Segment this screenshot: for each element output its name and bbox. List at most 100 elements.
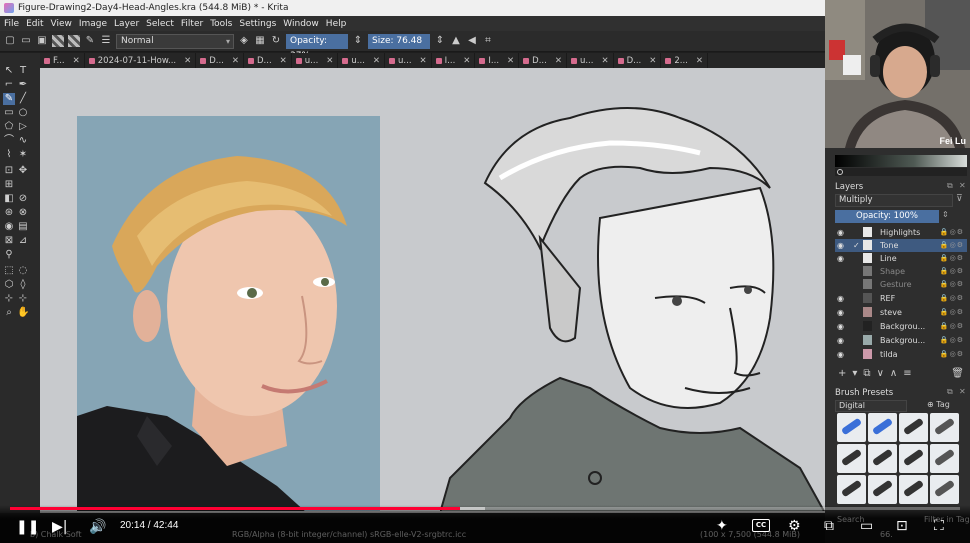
fullscreen-icon[interactable]: ⛶ bbox=[934, 518, 944, 534]
menu-help[interactable]: Help bbox=[326, 19, 347, 29]
brush-preset[interactable] bbox=[930, 475, 959, 504]
dynamic-brush-icon[interactable]: ⌇ bbox=[3, 149, 15, 161]
document-tab[interactable]: I... ✕ bbox=[432, 53, 476, 68]
opacity-slider[interactable]: Opacity: 37% bbox=[286, 33, 348, 61]
close-icon[interactable]: ✕ bbox=[326, 56, 333, 66]
layer-filter-icon[interactable]: ⊽ bbox=[956, 194, 968, 207]
captions-icon[interactable]: CC bbox=[752, 519, 770, 532]
fill-tool-icon[interactable]: ◉ bbox=[3, 221, 15, 233]
delete-layer-icon[interactable]: 🗑 bbox=[951, 368, 964, 382]
opacity-stepper-icon[interactable]: ⇕ bbox=[352, 35, 364, 47]
brush-preset-icon[interactable]: ✎ bbox=[84, 35, 96, 47]
close-icon[interactable]: ✕ bbox=[73, 56, 80, 66]
next-video-icon[interactable]: ▶| bbox=[52, 519, 67, 535]
document-tab[interactable]: F... ✕ bbox=[40, 53, 85, 68]
menu-settings[interactable]: Settings bbox=[239, 19, 276, 29]
docker-float-icon[interactable]: ⧉ bbox=[947, 181, 953, 191]
polygon-select-icon[interactable]: ⬡ bbox=[3, 279, 15, 291]
blend-mode-select[interactable]: Normal bbox=[116, 33, 234, 49]
color-picker-icon[interactable]: ⊘ bbox=[17, 193, 29, 205]
brush-filter-select[interactable]: Digital bbox=[835, 400, 907, 412]
miniplayer-icon[interactable]: ⧉ bbox=[824, 518, 834, 534]
layer-row[interactable]: Gesture 🔒◎⚙ bbox=[835, 278, 967, 291]
rectangle-tool-icon[interactable]: ▭ bbox=[3, 107, 15, 119]
layer-properties-icon[interactable]: 🔒◎⚙ bbox=[940, 226, 964, 239]
text-tool-icon[interactable]: T bbox=[17, 65, 29, 77]
document-tab[interactable]: D... ✕ bbox=[519, 53, 567, 68]
menu-edit[interactable]: Edit bbox=[26, 19, 43, 29]
ellipse-select-icon[interactable]: ◌ bbox=[17, 265, 29, 277]
smart-patch-icon[interactable]: ⊗ bbox=[17, 207, 29, 219]
pan-tool-icon[interactable]: ✋ bbox=[17, 307, 29, 319]
autoplay-sparkle-icon[interactable]: ✦ bbox=[716, 518, 728, 534]
brush-preset[interactable] bbox=[868, 475, 897, 504]
menu-filter[interactable]: Filter bbox=[181, 19, 203, 29]
layer-blend-mode-select[interactable]: Multiply bbox=[835, 194, 953, 207]
brush-preset[interactable] bbox=[930, 444, 959, 473]
edit-shapes-icon[interactable]: ⌐ bbox=[3, 79, 15, 91]
close-icon[interactable]: ✕ bbox=[601, 56, 608, 66]
brush-tag-button[interactable]: ⊕ Tag bbox=[927, 400, 950, 409]
close-icon[interactable]: ✕ bbox=[649, 56, 656, 66]
brush-preset[interactable] bbox=[837, 413, 866, 442]
brush-preset[interactable] bbox=[930, 413, 959, 442]
document-tab[interactable]: u... ✕ bbox=[567, 53, 614, 68]
reload-preset-icon[interactable]: ↻ bbox=[270, 35, 282, 47]
brush-preset[interactable] bbox=[868, 444, 897, 473]
freehand-path-icon[interactable]: ∿ bbox=[17, 135, 29, 147]
close-icon[interactable]: ✕ bbox=[184, 56, 191, 66]
pause-icon[interactable]: ❚❚ bbox=[16, 519, 39, 535]
visibility-eye-icon[interactable]: ◉ bbox=[837, 348, 844, 361]
menu-window[interactable]: Window bbox=[283, 19, 319, 29]
freehand-brush-icon[interactable]: ✎ bbox=[3, 93, 15, 105]
close-icon[interactable]: ✕ bbox=[463, 56, 470, 66]
multibrush-icon[interactable]: ✶ bbox=[17, 149, 29, 161]
color-slider[interactable] bbox=[835, 155, 967, 167]
save-icon[interactable]: ▣ bbox=[36, 35, 48, 47]
docker-close-icon[interactable]: ✕ bbox=[959, 387, 966, 396]
freehand-select-icon[interactable]: ◊ bbox=[17, 279, 29, 291]
bezier-tool-icon[interactable]: ⌒ bbox=[3, 135, 15, 147]
close-icon[interactable]: ✕ bbox=[507, 56, 514, 66]
layer-properties-icon[interactable]: 🔒◎⚙ bbox=[940, 334, 964, 347]
measure-tool-icon[interactable]: ⊿ bbox=[17, 235, 29, 247]
canvas[interactable] bbox=[40, 68, 825, 513]
visibility-eye-icon[interactable]: ◉ bbox=[837, 306, 844, 319]
size-slider[interactable]: Size: 76.48 px bbox=[368, 33, 430, 61]
brush-preset[interactable] bbox=[837, 444, 866, 473]
gradient-swatch[interactable] bbox=[52, 35, 64, 47]
layer-row[interactable]: ◉ Backgrou... 🔒◎⚙ bbox=[835, 320, 967, 333]
layer-row[interactable]: ◉ REF 🔒◎⚙ bbox=[835, 292, 967, 305]
pattern-swatch[interactable] bbox=[68, 35, 80, 47]
visibility-eye-icon[interactable]: ◉ bbox=[837, 292, 844, 305]
visibility-eye-icon[interactable]: ◉ bbox=[837, 226, 844, 239]
document-tab[interactable]: D... ✕ bbox=[196, 53, 245, 68]
transform-tool-icon[interactable]: ⊞ bbox=[3, 179, 15, 191]
document-tab[interactable]: D... ✕ bbox=[244, 53, 292, 68]
brush-settings-icon[interactable]: ☰ bbox=[100, 35, 112, 47]
theater-mode-icon[interactable]: ▭ bbox=[860, 518, 873, 534]
reference-images-icon[interactable]: ⚲ bbox=[3, 249, 15, 261]
crop-tool-icon[interactable]: ⊡ bbox=[3, 165, 15, 177]
menu-select[interactable]: Select bbox=[146, 19, 174, 29]
layer-row[interactable]: ◉ Highlights 🔒◎⚙ bbox=[835, 226, 967, 239]
layer-row[interactable]: ◉ steve 🔒◎⚙ bbox=[835, 306, 967, 319]
rect-select-icon[interactable]: ⬚ bbox=[3, 265, 15, 277]
layer-properties-icon[interactable]: 🔒◎⚙ bbox=[940, 252, 964, 265]
layer-properties-icon[interactable]: 🔒◎⚙ bbox=[940, 320, 964, 333]
menu-layer[interactable]: Layer bbox=[114, 19, 139, 29]
colorize-mask-icon[interactable]: ⊛ bbox=[3, 207, 15, 219]
document-tab[interactable]: u... ✕ bbox=[292, 53, 339, 68]
document-tab[interactable]: D... ✕ bbox=[614, 53, 662, 68]
color-history[interactable] bbox=[835, 168, 967, 176]
open-folder-icon[interactable]: ▭ bbox=[20, 35, 32, 47]
layer-row[interactable]: ◉ Backgrou... 🔒◎⚙ bbox=[835, 334, 967, 347]
settings-gear-icon[interactable]: ⚙ bbox=[788, 518, 801, 534]
layer-row[interactable]: ◉ ✓ Tone 🔒◎⚙ bbox=[835, 239, 967, 252]
close-icon[interactable]: ✕ bbox=[232, 56, 239, 66]
visibility-eye-icon[interactable]: ◉ bbox=[837, 334, 844, 347]
mirror-horizontal-icon[interactable]: ▲ bbox=[450, 35, 462, 47]
polygon-tool-icon[interactable]: ⬠ bbox=[3, 121, 15, 133]
docker-float-icon[interactable]: ⧉ bbox=[947, 387, 953, 397]
layer-properties-icon[interactable]: 🔒◎⚙ bbox=[940, 278, 964, 291]
